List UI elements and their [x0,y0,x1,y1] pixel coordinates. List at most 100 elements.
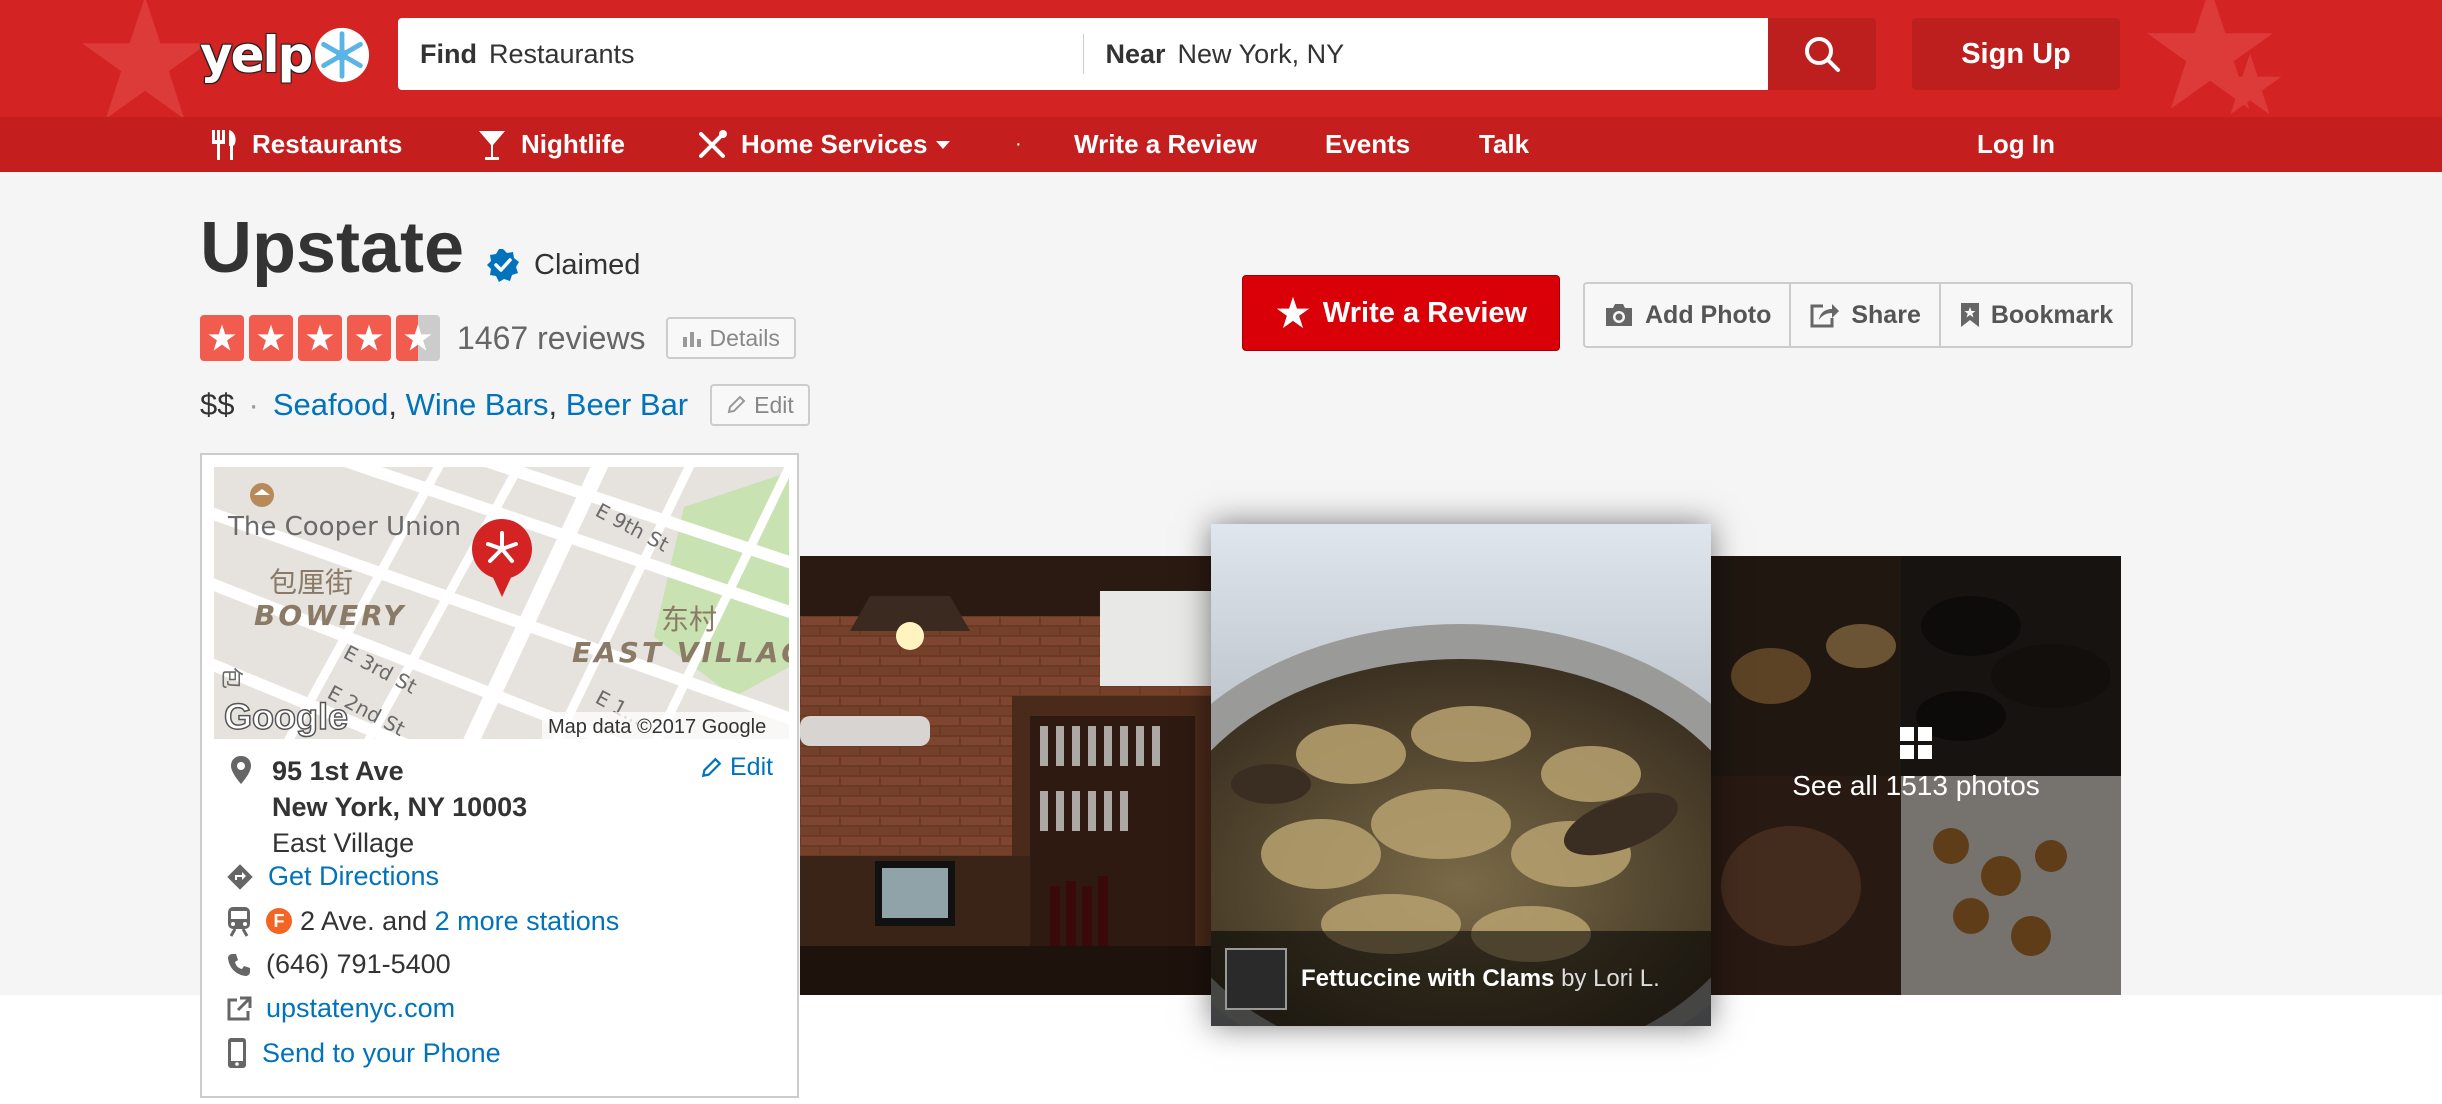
map-label-east-village: EAST VILLAG [572,636,789,669]
bookmark-icon [1960,303,1979,327]
star-icon [257,324,285,351]
chevron-down-icon [936,140,951,149]
near-field[interactable]: Near New York, NY [1084,18,1769,90]
nav-separator: · [1015,133,1022,155]
subway-station: 2 Ave. and [300,905,428,936]
nav-restaurants-label: Restaurants [252,129,403,159]
map-attribution: Map data ©2017 Google [548,716,766,738]
address-line1: 95 1st Ave [272,756,404,786]
nav-nightlife[interactable]: Nightlife [477,117,625,172]
phone-icon [228,953,250,976]
transit-row: F 2 Ave. and 2 more stations [226,905,619,937]
nav-events[interactable]: Events [1325,117,1410,172]
see-all-label: See all 1513 photos [1792,770,2040,801]
rating-row: 1467 reviews Details [200,315,796,361]
rating-star [200,315,244,361]
review-count[interactable]: 1467 reviews [457,320,646,357]
website-row: upstatenyc.com [226,993,455,1024]
nav-nightlife-label: Nightlife [521,129,625,159]
nav-talk[interactable]: Talk [1479,117,1529,172]
add-photo-label: Add Photo [1645,300,1772,329]
share-icon [1810,304,1840,328]
website-link[interactable]: upstatenyc.com [266,993,455,1024]
caption-author[interactable]: by Lori L. [1561,965,1660,992]
near-input[interactable]: New York, NY [1178,39,1345,70]
caption-title[interactable]: Fettuccine with Clams [1301,965,1554,992]
edit-categories-label: Edit [754,391,794,418]
bar-interior-image [800,556,1212,995]
details-button[interactable]: Details [665,317,796,359]
rating-star [396,315,440,361]
google-logo: Google [224,696,348,737]
train-icon [228,907,250,937]
category-beer-bar[interactable]: Beer Bar [566,387,688,423]
map-image: The Cooper Union E 9th St 包厘街 BOWERY 东村 … [214,467,789,739]
grid-icon [1900,727,1932,759]
directions-icon [227,863,253,890]
nav-login[interactable]: Log In [1977,117,2055,172]
edit-categories-button[interactable]: Edit [710,384,810,426]
price-range: $$ [200,387,235,422]
edit-address-link[interactable]: Edit [700,753,773,782]
edit-address-label: Edit [730,753,774,781]
category-separator: · [248,387,259,422]
nav-home-services-label: Home Services [741,129,928,159]
location-card: The Cooper Union E 9th St 包厘街 BOWERY 东村 … [200,453,799,1098]
share-button[interactable]: Share [1791,284,1941,346]
sign-up-button[interactable]: Sign Up [1912,18,2120,90]
category-seafood[interactable]: Seafood [273,387,389,423]
snowflake-icon [315,27,370,83]
static-map[interactable]: The Cooper Union E 9th St 包厘街 BOWERY 东村 … [214,467,789,739]
send-to-phone-row: Send to your Phone [226,1037,501,1069]
directions-row: Get Directions [226,861,439,892]
business-name: Upstate [200,208,465,288]
mobile-phone-icon [228,1038,246,1068]
search-button[interactable] [1768,18,1876,90]
map-label-cooper-union: The Cooper Union [227,512,461,542]
claimed-label: Claimed [534,248,641,281]
search-bar: Find Restaurants Near New York, NY [398,18,1768,90]
location-pin-icon [231,756,251,784]
category-wine-bars[interactable]: Wine Bars [406,387,549,423]
featured-photo[interactable]: Fettuccine with Clams by Lori L. [1211,524,1711,1026]
top-header: yelp Find Restaurants Near New York, NY … [0,0,2442,117]
more-stations-link[interactable]: 2 more stations [435,906,620,937]
near-label: Near [1105,38,1166,69]
photo-grid[interactable]: See all 1513 photos [1711,556,2121,995]
nav-bar: Restaurants Nightlife Home Services · Wr… [0,117,2442,172]
map-label-bowery-cn: 包厘街 [269,566,353,599]
category-row: $$ · Seafood, Wine Bars, Beer Bar Edit [200,384,810,426]
send-to-phone-link[interactable]: Send to your Phone [262,1038,501,1069]
nav-home-services[interactable]: Home Services [697,117,951,172]
star-icon [208,324,236,351]
address-line2: New York, NY 10003 [272,792,528,822]
tools-icon [699,129,727,158]
star-icon [306,324,334,351]
nav-restaurants[interactable]: Restaurants [210,117,402,172]
get-directions-link[interactable]: Get Directions [268,861,439,892]
user-avatar[interactable] [1225,947,1287,1010]
action-button-group: Add Photo Share Bookmark [1583,282,2134,348]
see-all-photos-link[interactable]: See all 1513 photos [1711,726,2121,802]
find-field[interactable]: Find Restaurants [398,18,1083,90]
yelp-logo[interactable]: yelp [200,20,371,90]
write-review-label: Write a Review [1322,296,1528,329]
find-input[interactable]: Restaurants [489,39,635,70]
decorative-star-icon [82,0,208,117]
fork-knife-icon [212,129,236,160]
photo-bar-interior[interactable] [800,556,1212,995]
cocktail-icon [479,130,505,160]
bookmark-button[interactable]: Bookmark [1941,284,2131,346]
find-label: Find [420,38,477,69]
address-block: 95 1st Ave New York, NY 10003 East Villa… [272,753,527,861]
star-rating [200,315,445,361]
write-review-button[interactable]: Write a Review [1242,275,1560,351]
pencil-icon [727,395,746,414]
decorative-star-icon [2218,53,2282,115]
logo-wordmark: yelp [200,26,313,84]
caption-text: Fettuccine with Clams by Lori L. [1301,965,1660,993]
verified-check-icon [487,249,519,282]
add-photo-button[interactable]: Add Photo [1585,284,1792,346]
rating-star [249,315,293,361]
nav-write-review[interactable]: Write a Review [1074,117,1257,172]
